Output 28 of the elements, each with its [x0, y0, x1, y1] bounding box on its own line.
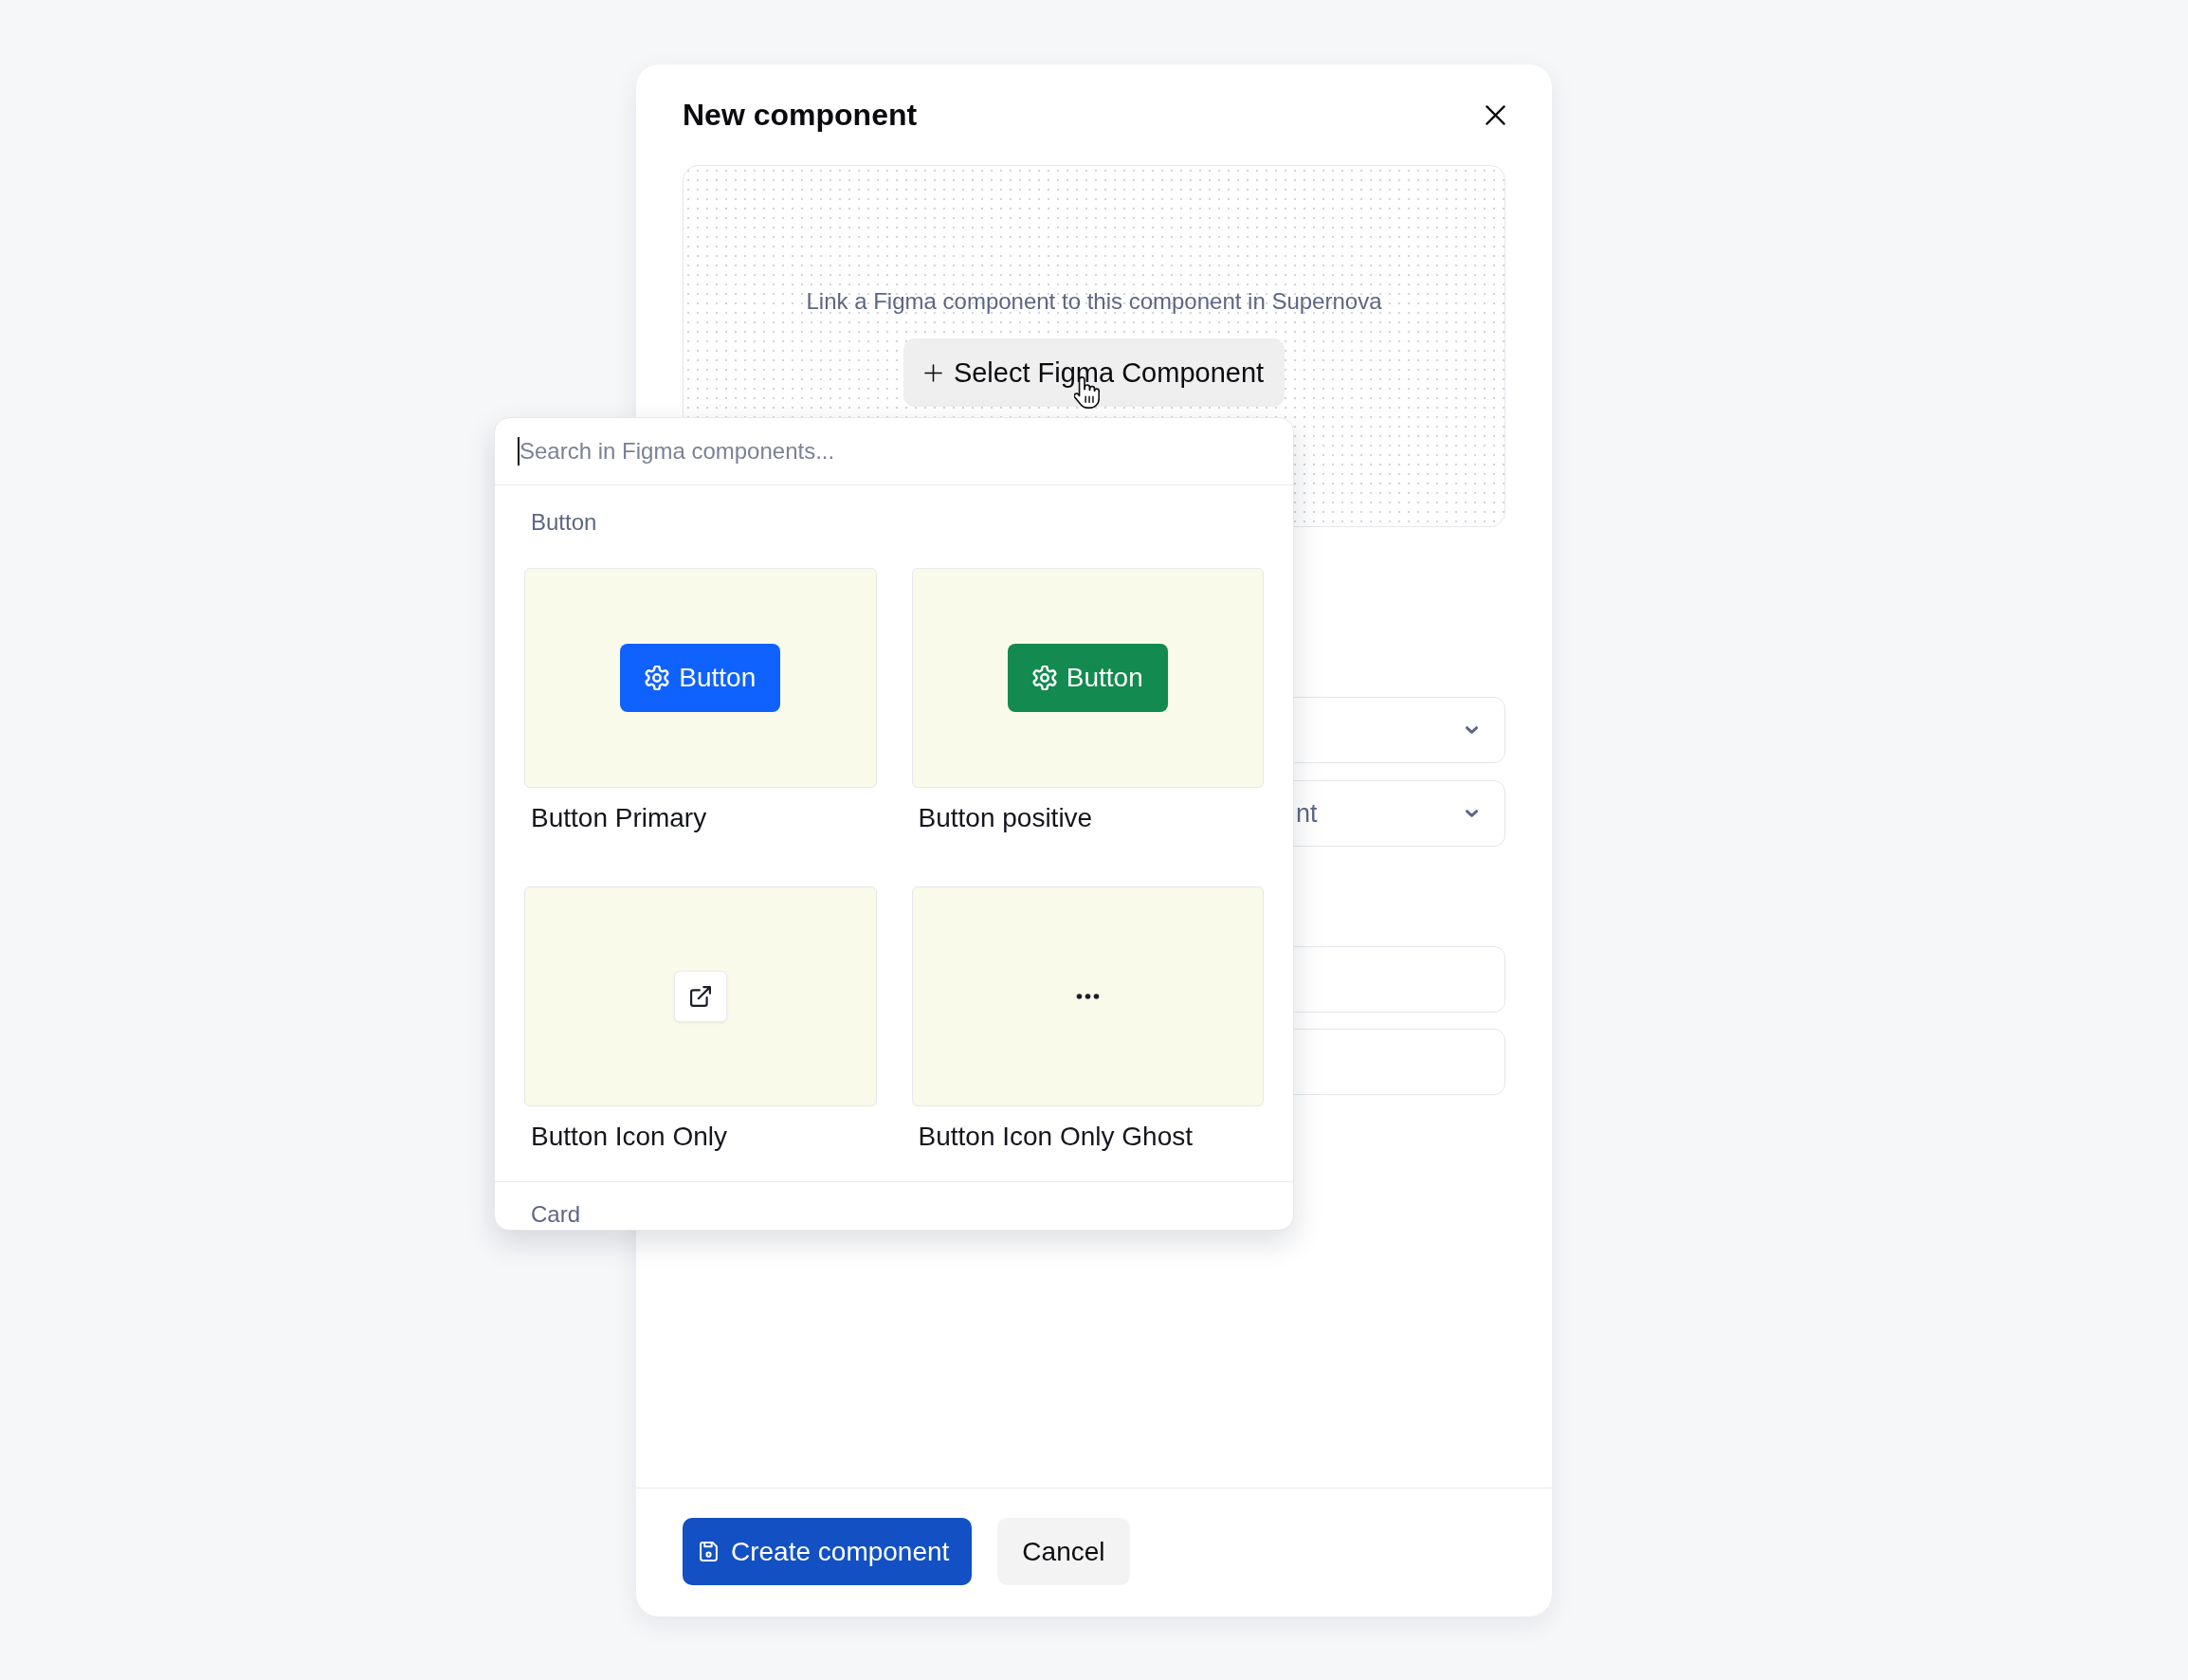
search-field[interactable]: Search in Figma components... [520, 428, 1270, 475]
component-preview-card[interactable]: Button [911, 568, 1264, 788]
button-preview: Button [1007, 644, 1168, 712]
component-name: Button Icon Only [530, 1121, 728, 1153]
gear-icon [1031, 666, 1057, 690]
group-label: Button [530, 510, 598, 535]
component-preview-card[interactable] [911, 886, 1264, 1106]
dialog-title: New component [683, 100, 918, 130]
select-figma-button[interactable]: Select Figma Component [903, 338, 1285, 407]
ellipsis-icon [1075, 994, 1100, 999]
plus-icon [923, 363, 942, 382]
gear-icon [645, 666, 670, 690]
link-hint: Link a Figma component to this component in Supernova [806, 287, 1382, 316]
external-link-icon [673, 971, 727, 1022]
chevron-down-icon [1466, 726, 1478, 734]
close-icon [1485, 104, 1505, 125]
component-preview-card[interactable] [524, 886, 877, 1106]
chevron-down-icon [1466, 810, 1478, 817]
component-preview-card[interactable]: Button [524, 568, 877, 788]
save-icon [700, 1542, 718, 1561]
component-name: Button positive [917, 802, 1094, 834]
component-name: Button Icon Only Ghost [917, 1121, 1194, 1153]
group-label: Card [530, 1202, 582, 1227]
create-button[interactable]: Create component [683, 1518, 973, 1585]
component-name: Button Primary [530, 802, 708, 834]
button-preview: Button [620, 644, 781, 712]
cancel-button[interactable]: Cancel [997, 1518, 1130, 1585]
select-value: nt [1296, 797, 1318, 830]
